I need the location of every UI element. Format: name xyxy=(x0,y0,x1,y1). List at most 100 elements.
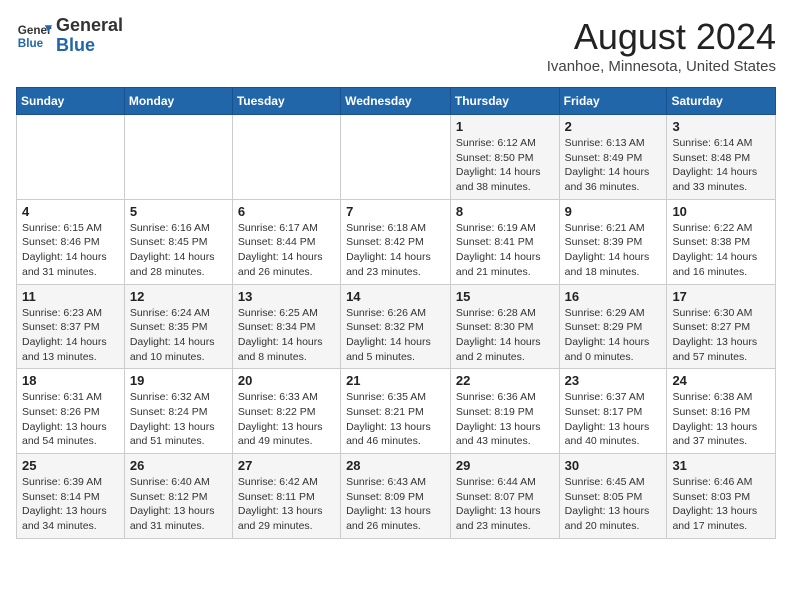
calendar-cell: 8 Sunrise: 6:19 AM Sunset: 8:41 PM Daylig… xyxy=(450,199,559,284)
day-number: 12 xyxy=(130,289,227,304)
calendar-cell: 1 Sunrise: 6:12 AM Sunset: 8:50 PM Daylig… xyxy=(450,115,559,200)
calendar-cell: 17 Sunrise: 6:30 AM Sunset: 8:27 PM Dayli… xyxy=(667,284,776,369)
svg-text:Blue: Blue xyxy=(18,37,44,50)
calendar-cell: 14 Sunrise: 6:26 AM Sunset: 8:32 PM Dayli… xyxy=(341,284,451,369)
weekday-header-wednesday: Wednesday xyxy=(341,88,451,115)
calendar-cell: 3 Sunrise: 6:14 AM Sunset: 8:48 PM Daylig… xyxy=(667,115,776,200)
day-number: 14 xyxy=(346,289,445,304)
day-number: 26 xyxy=(130,458,227,473)
day-info: Sunrise: 6:17 AM Sunset: 8:44 PM Dayligh… xyxy=(238,221,335,280)
weekday-header-saturday: Saturday xyxy=(667,88,776,115)
calendar-cell: 2 Sunrise: 6:13 AM Sunset: 8:49 PM Daylig… xyxy=(559,115,667,200)
weekday-header-friday: Friday xyxy=(559,88,667,115)
header: General Blue General Blue August 2024 Iv… xyxy=(16,16,776,75)
day-info: Sunrise: 6:42 AM Sunset: 8:11 PM Dayligh… xyxy=(238,475,335,534)
calendar-cell: 9 Sunrise: 6:21 AM Sunset: 8:39 PM Daylig… xyxy=(559,199,667,284)
day-number: 18 xyxy=(22,373,119,388)
calendar-cell: 26Sunrise: 6:40 AM Sunset: 8:12 PM Dayli… xyxy=(124,454,232,539)
calendar-subtitle: Ivanhoe, Minnesota, United States xyxy=(547,58,776,75)
calendar-cell xyxy=(17,115,125,200)
day-number: 2 xyxy=(565,119,662,134)
day-info: Sunrise: 6:18 AM Sunset: 8:42 PM Dayligh… xyxy=(346,221,445,280)
day-number: 15 xyxy=(456,289,554,304)
day-info: Sunrise: 6:30 AM Sunset: 8:27 PM Dayligh… xyxy=(672,306,770,365)
week-row-4: 18 Sunrise: 6:31 AM Sunset: 8:26 PM Dayli… xyxy=(17,369,776,454)
day-number: 31 xyxy=(672,458,770,473)
day-info: Sunrise: 6:36 AM Sunset: 8:19 PM Dayligh… xyxy=(456,390,554,449)
calendar-cell: 15 Sunrise: 6:28 AM Sunset: 8:30 PM Dayli… xyxy=(450,284,559,369)
calendar-title: August 2024 xyxy=(547,16,776,58)
day-number: 10 xyxy=(672,204,770,219)
day-number: 4 xyxy=(22,204,119,219)
day-number: 20 xyxy=(238,373,335,388)
day-number: 3 xyxy=(672,119,770,134)
calendar-cell: 7 Sunrise: 6:18 AM Sunset: 8:42 PM Daylig… xyxy=(341,199,451,284)
calendar-table: SundayMondayTuesdayWednesdayThursdayFrid… xyxy=(16,87,776,539)
day-info: Sunrise: 6:24 AM Sunset: 8:35 PM Dayligh… xyxy=(130,306,227,365)
day-number: 25 xyxy=(22,458,119,473)
day-number: 11 xyxy=(22,289,119,304)
calendar-cell: 4 Sunrise: 6:15 AM Sunset: 8:46 PM Daylig… xyxy=(17,199,125,284)
calendar-cell: 18 Sunrise: 6:31 AM Sunset: 8:26 PM Dayli… xyxy=(17,369,125,454)
weekday-header-monday: Monday xyxy=(124,88,232,115)
calendar-cell: 27 Sunrise: 6:42 AM Sunset: 8:11 PM Dayli… xyxy=(232,454,340,539)
weekday-header-sunday: Sunday xyxy=(17,88,125,115)
title-area: August 2024 Ivanhoe, Minnesota, United S… xyxy=(547,16,776,75)
day-number: 23 xyxy=(565,373,662,388)
day-info: Sunrise: 6:25 AM Sunset: 8:34 PM Dayligh… xyxy=(238,306,335,365)
day-number: 29 xyxy=(456,458,554,473)
day-info: Sunrise: 6:26 AM Sunset: 8:32 PM Dayligh… xyxy=(346,306,445,365)
weekday-header-row: SundayMondayTuesdayWednesdayThursdayFrid… xyxy=(17,88,776,115)
day-number: 19 xyxy=(130,373,227,388)
day-info: Sunrise: 6:28 AM Sunset: 8:30 PM Dayligh… xyxy=(456,306,554,365)
weekday-header-thursday: Thursday xyxy=(450,88,559,115)
calendar-cell: 6 Sunrise: 6:17 AM Sunset: 8:44 PM Daylig… xyxy=(232,199,340,284)
day-info: Sunrise: 6:15 AM Sunset: 8:46 PM Dayligh… xyxy=(22,221,119,280)
calendar-cell: 23 Sunrise: 6:37 AM Sunset: 8:17 PM Dayli… xyxy=(559,369,667,454)
calendar-cell: 29Sunrise: 6:44 AM Sunset: 8:07 PM Dayli… xyxy=(450,454,559,539)
calendar-cell: 12 Sunrise: 6:24 AM Sunset: 8:35 PM Dayli… xyxy=(124,284,232,369)
day-number: 27 xyxy=(238,458,335,473)
day-number: 1 xyxy=(456,119,554,134)
day-info: Sunrise: 6:29 AM Sunset: 8:29 PM Dayligh… xyxy=(565,306,662,365)
day-info: Sunrise: 6:21 AM Sunset: 8:39 PM Dayligh… xyxy=(565,221,662,280)
day-number: 6 xyxy=(238,204,335,219)
day-number: 9 xyxy=(565,204,662,219)
day-info: Sunrise: 6:19 AM Sunset: 8:41 PM Dayligh… xyxy=(456,221,554,280)
day-number: 22 xyxy=(456,373,554,388)
day-info: Sunrise: 6:13 AM Sunset: 8:49 PM Dayligh… xyxy=(565,136,662,195)
day-info: Sunrise: 6:45 AM Sunset: 8:05 PM Dayligh… xyxy=(565,475,662,534)
calendar-cell: 20 Sunrise: 6:33 AM Sunset: 8:22 PM Dayli… xyxy=(232,369,340,454)
day-number: 8 xyxy=(456,204,554,219)
calendar-cell: 31 Sunrise: 6:46 AM Sunset: 8:03 PM Dayli… xyxy=(667,454,776,539)
calendar-cell: 19 Sunrise: 6:32 AM Sunset: 8:24 PM Dayli… xyxy=(124,369,232,454)
day-number: 28 xyxy=(346,458,445,473)
day-number: 17 xyxy=(672,289,770,304)
day-number: 30 xyxy=(565,458,662,473)
calendar-cell xyxy=(341,115,451,200)
day-info: Sunrise: 6:31 AM Sunset: 8:26 PM Dayligh… xyxy=(22,390,119,449)
logo: General Blue General Blue xyxy=(16,16,123,56)
day-info: Sunrise: 6:22 AM Sunset: 8:38 PM Dayligh… xyxy=(672,221,770,280)
day-info: Sunrise: 6:14 AM Sunset: 8:48 PM Dayligh… xyxy=(672,136,770,195)
calendar-cell: 10 Sunrise: 6:22 AM Sunset: 8:38 PM Dayli… xyxy=(667,199,776,284)
calendar-cell: 24 Sunrise: 6:38 AM Sunset: 8:16 PM Dayli… xyxy=(667,369,776,454)
calendar-cell: 5Sunrise: 6:16 AM Sunset: 8:45 PM Daylig… xyxy=(124,199,232,284)
day-info: Sunrise: 6:38 AM Sunset: 8:16 PM Dayligh… xyxy=(672,390,770,449)
week-row-5: 25 Sunrise: 6:39 AM Sunset: 8:14 PM Dayli… xyxy=(17,454,776,539)
calendar-cell: 11 Sunrise: 6:23 AM Sunset: 8:37 PM Dayli… xyxy=(17,284,125,369)
day-number: 16 xyxy=(565,289,662,304)
day-number: 21 xyxy=(346,373,445,388)
day-info: Sunrise: 6:23 AM Sunset: 8:37 PM Dayligh… xyxy=(22,306,119,365)
day-info: Sunrise: 6:37 AM Sunset: 8:17 PM Dayligh… xyxy=(565,390,662,449)
logo-general-text: General xyxy=(56,16,123,36)
day-info: Sunrise: 6:12 AM Sunset: 8:50 PM Dayligh… xyxy=(456,136,554,195)
day-info: Sunrise: 6:46 AM Sunset: 8:03 PM Dayligh… xyxy=(672,475,770,534)
day-info: Sunrise: 6:32 AM Sunset: 8:24 PM Dayligh… xyxy=(130,390,227,449)
day-number: 7 xyxy=(346,204,445,219)
day-info: Sunrise: 6:33 AM Sunset: 8:22 PM Dayligh… xyxy=(238,390,335,449)
logo-blue-text: Blue xyxy=(56,36,123,56)
day-number: 24 xyxy=(672,373,770,388)
day-info: Sunrise: 6:43 AM Sunset: 8:09 PM Dayligh… xyxy=(346,475,445,534)
day-info: Sunrise: 6:39 AM Sunset: 8:14 PM Dayligh… xyxy=(22,475,119,534)
